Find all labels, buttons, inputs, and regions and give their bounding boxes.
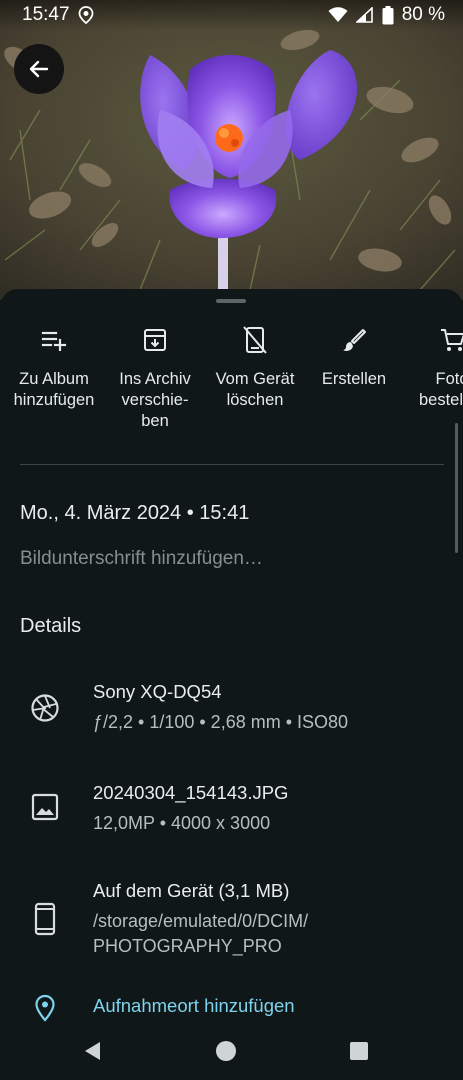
drag-handle[interactable] [216,299,246,303]
crocus-photo [0,0,463,300]
storage-path: /storage/emulated/0/DCIM/ PHOTOGRAPHY_PR… [93,911,309,956]
file-resolution: 12,0MP • 4000 x 3000 [93,813,271,833]
delete-from-device-button[interactable]: Vom Gerät löschen [207,325,303,411]
playlist-add-icon [41,331,67,351]
caption-input[interactable]: Bildunterschrift hinzufügen… [20,548,263,570]
divider [20,464,444,465]
action-row: Zu Album hinzufügen Ins Archiv verschie-… [0,325,463,435]
scrollbar[interactable] [455,423,458,553]
nav-home-icon [216,1041,236,1061]
status-bar: 15:47 80 % [0,0,463,30]
delete-from-device-label: Vom Gerät löschen [215,370,295,409]
order-photo-label: Foto bestellen [418,370,463,409]
info-sheet: Zu Album hinzufügen Ins Archiv verschie-… [0,289,463,1022]
file-name: 20240304_154143.JPG [93,782,289,803]
battery-level: 80 % [401,4,445,25]
location-icon [78,6,93,24]
storage-location: Auf dem Gerät (3,1 MB) [93,880,290,901]
nav-back-button[interactable] [80,1038,106,1064]
delete-from-device-icon [243,326,267,354]
camera-settings: ƒ/2,2 • 1/100 • 2,68 mm • ISO80 [93,712,349,732]
nav-back-icon [85,1042,100,1060]
wifi-icon [328,7,348,22]
order-photo-button[interactable]: Foto bestellen [404,325,463,411]
location-pin-icon [35,994,55,1022]
photo-date: Mo., 4. März 2024 • 15:41 [20,502,250,524]
nav-home-button[interactable] [213,1038,239,1064]
navigation-bar [0,1022,463,1080]
nav-recents-button[interactable] [346,1038,372,1064]
nav-recents-icon [350,1042,368,1060]
add-to-album-button[interactable]: Zu Album hinzufügen [6,325,102,411]
create-button[interactable]: Erstellen [306,325,402,390]
archive-button[interactable]: Ins Archiv verschie- ben [107,325,203,432]
battery-icon [382,5,394,24]
camera-model: Sony XQ-DQ54 [93,681,222,702]
archive-icon [144,329,166,351]
cart-icon [441,329,463,351]
create-label: Erstellen [321,370,387,388]
archive-label: Ins Archiv verschie- ben [119,370,191,430]
add-to-album-label: Zu Album hinzufügen [13,370,95,409]
details-heading: Details [20,615,82,637]
aperture-icon [31,694,59,722]
brush-icon [343,329,366,351]
arrow-back-icon [29,60,49,78]
photo-preview[interactable] [0,0,463,300]
back-button[interactable] [14,44,64,94]
status-time: 15:47 [22,4,70,25]
phone-icon [34,902,56,936]
signal-icon [355,7,373,23]
image-icon [31,793,59,821]
add-location-label[interactable]: Aufnahmeort hinzufügen [93,995,295,1017]
